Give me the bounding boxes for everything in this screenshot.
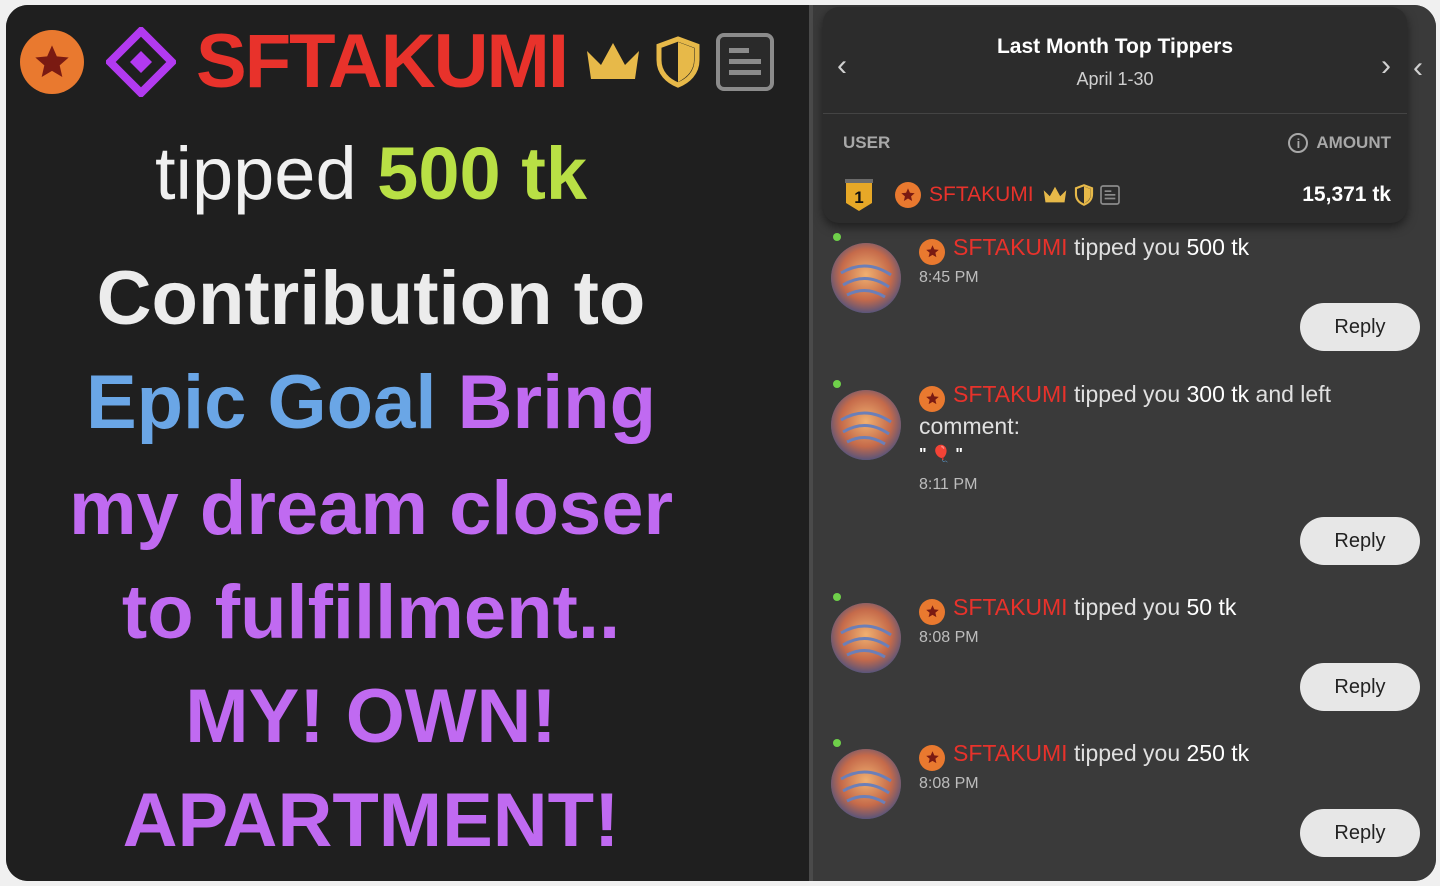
message-text: SFTAKUMI tipped you 500 tk <box>919 233 1419 265</box>
online-indicator <box>833 233 841 241</box>
message-username: SFTAKUMI <box>953 381 1068 407</box>
goal-word: Bring <box>457 360 657 445</box>
column-amount-label: AMOUNT <box>1316 133 1391 152</box>
column-user-header: USER <box>843 133 891 152</box>
collapse-chevron-icon[interactable]: ‹ <box>1413 51 1423 85</box>
message-time: 8:08 PM <box>919 775 979 792</box>
message-username: SFTAKUMI <box>953 234 1068 260</box>
star-badge-icon <box>895 182 921 208</box>
online-indicator <box>833 380 841 388</box>
goal-text-line-2: to fulfillment.. <box>121 570 621 655</box>
info-icon[interactable]: i <box>1288 133 1309 153</box>
crown-icon <box>586 43 639 79</box>
tip-amount: 500 tk <box>377 132 587 215</box>
shield-icon <box>1074 184 1093 206</box>
tipped-line: tipped 500 tk <box>6 131 736 216</box>
top-tipper-row[interactable]: 1 SFTAKUMI 15,371 tk <box>843 175 1391 215</box>
message-comment: " 🎈 " <box>919 446 963 463</box>
message-action: tipped you <box>1073 594 1181 620</box>
divider <box>823 113 1407 114</box>
app-frame: SFTAKUMI tipped 500 tk Contribution to E… <box>6 5 1436 881</box>
message-text: SFTAKUMI tipped you 250 tk <box>919 739 1419 771</box>
online-indicator <box>833 593 841 601</box>
message-action: tipped you <box>1073 740 1181 766</box>
star-badge-icon <box>919 744 945 771</box>
avatar[interactable] <box>831 603 901 673</box>
top-tippers-card: ‹ Last Month Top Tippers April 1-30 › US… <box>823 7 1407 223</box>
alert-header: SFTAKUMI <box>20 19 810 104</box>
top-tippers-title: Last Month Top Tippers <box>996 35 1234 58</box>
message-amount: 300 tk <box>1186 381 1250 407</box>
goal-text-line-4: APARTMENT! <box>122 778 620 863</box>
message-username: SFTAKUMI <box>953 740 1068 766</box>
message-text: SFTAKUMI tipped you 300 tk and left comm… <box>919 380 1419 441</box>
reply-button[interactable]: Reply <box>1300 663 1420 711</box>
goal-label: Epic Goal <box>85 360 437 445</box>
message-username: SFTAKUMI <box>953 594 1068 620</box>
star-badge-icon <box>20 30 84 94</box>
message-amount: 250 tk <box>1186 740 1250 766</box>
shield-icon <box>656 36 700 88</box>
message-amount: 500 tk <box>1186 234 1250 260</box>
rank-number: 1 <box>854 188 863 207</box>
goal-text-line-1: my dream closer <box>68 466 674 551</box>
top-tipper-amount: 15,371 tk <box>1302 183 1391 206</box>
reply-button[interactable]: Reply <box>1300 517 1420 565</box>
goal-text-line-3: MY! OWN! <box>185 674 557 759</box>
tip-alert-panel: SFTAKUMI tipped 500 tk Contribution to E… <box>6 5 810 881</box>
message-amount: 50 tk <box>1186 594 1237 620</box>
goal-line: Epic Goal Bring <box>6 359 736 446</box>
crown-icon <box>1043 186 1066 203</box>
contribution-line: Contribution to <box>96 256 646 341</box>
top-tipper-username: SFTAKUMI <box>929 183 1034 206</box>
diamond-icon <box>106 27 176 97</box>
tipped-word: tipped <box>154 132 357 215</box>
avatar[interactable] <box>831 390 901 460</box>
star-badge-icon <box>919 598 945 625</box>
message-action: tipped you <box>1073 234 1181 260</box>
message-time: 8:45 PM <box>919 269 979 286</box>
message-text: SFTAKUMI tipped you 50 tk <box>919 593 1419 625</box>
online-indicator <box>833 739 841 747</box>
rank-medal-icon: 1 <box>843 177 875 213</box>
star-badge-icon <box>919 385 945 412</box>
reply-button[interactable]: Reply <box>1300 303 1420 351</box>
avatar[interactable] <box>831 243 901 313</box>
message-time: 8:08 PM <box>919 629 979 646</box>
column-amount-header: i AMOUNT <box>1288 133 1391 153</box>
alert-username: SFTAKUMI <box>196 19 569 104</box>
top-tippers-period: April 1-30 <box>1076 69 1154 89</box>
message-time: 8:11 PM <box>919 476 978 493</box>
chevron-right-icon[interactable]: › <box>1381 49 1391 83</box>
tips-panel: ‹ Last Month Top Tippers April 1-30 › US… <box>813 5 1436 881</box>
document-icon <box>1099 185 1120 205</box>
star-badge-icon <box>919 238 945 265</box>
document-icon <box>715 33 774 91</box>
message-action: tipped you <box>1073 381 1181 407</box>
reply-button[interactable]: Reply <box>1300 809 1420 857</box>
avatar[interactable] <box>831 749 901 819</box>
